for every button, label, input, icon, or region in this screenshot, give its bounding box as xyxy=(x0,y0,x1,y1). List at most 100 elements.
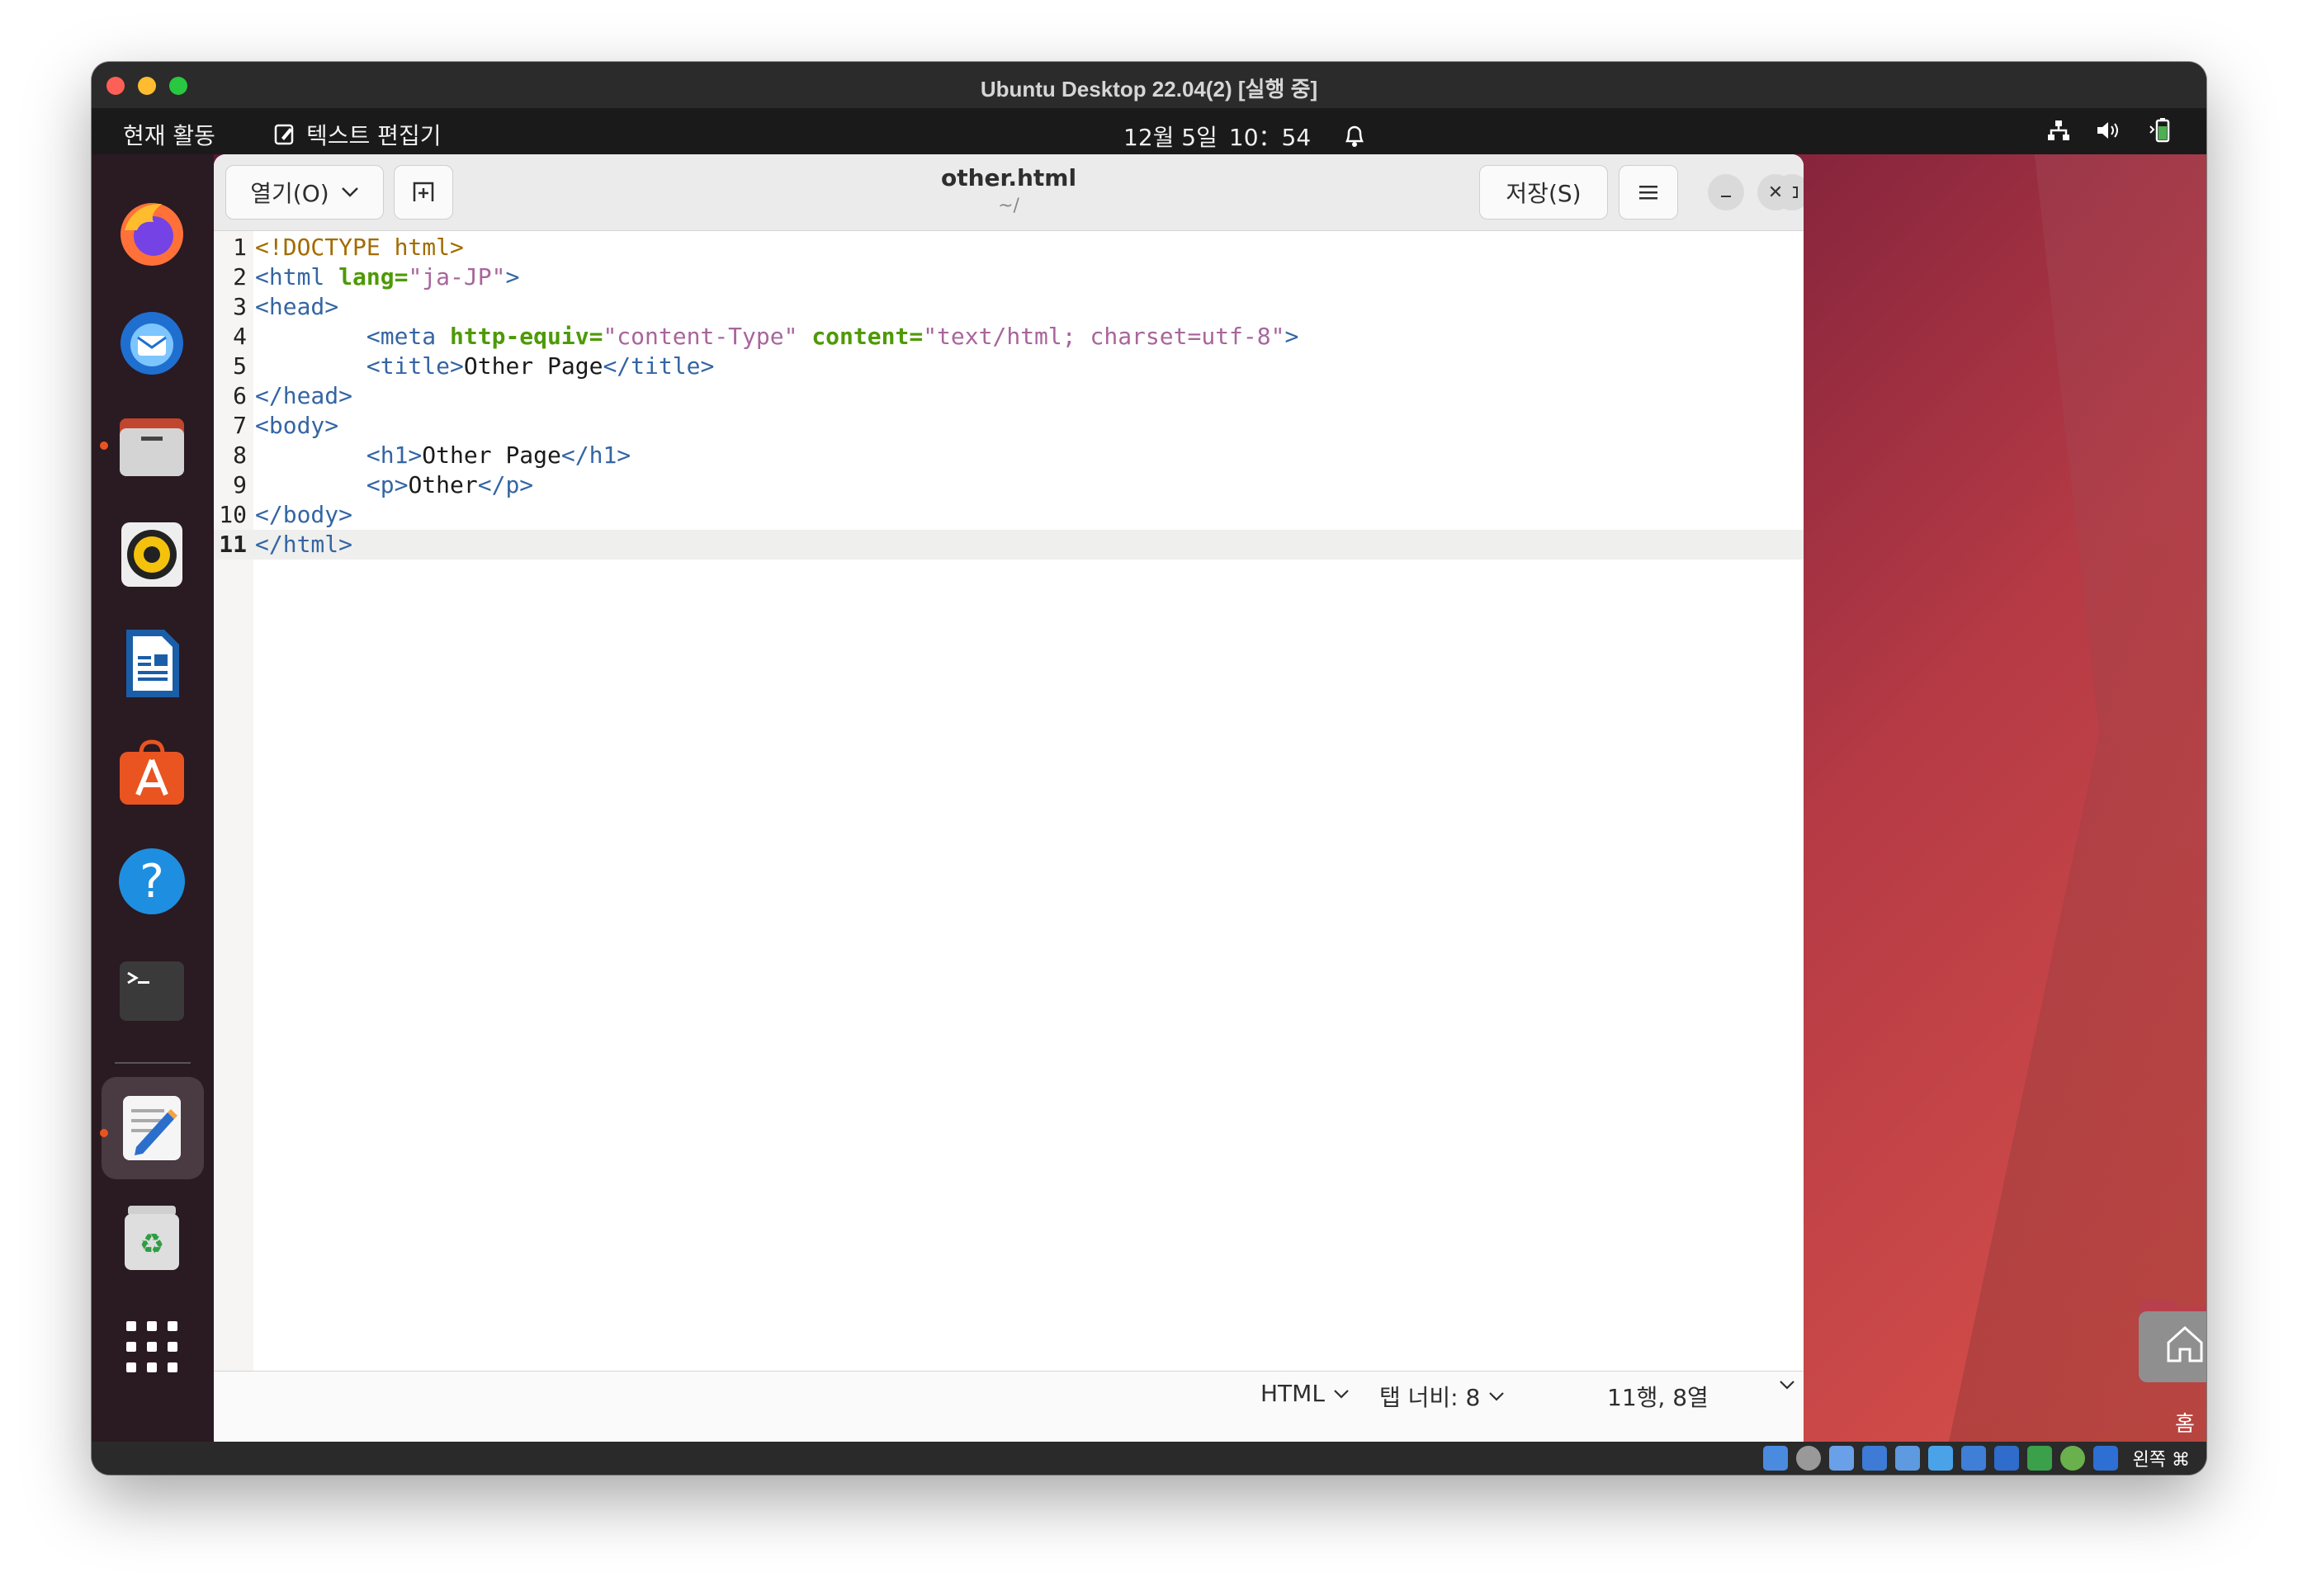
line-number: 2 xyxy=(233,263,247,290)
chevron-down-icon xyxy=(1334,1389,1349,1399)
code-line[interactable]: 8 <h1>Other Page</h1> xyxy=(214,441,1804,470)
save-button[interactable]: 저장(S) xyxy=(1479,165,1608,220)
code-editor[interactable]: 1 <!DOCTYPE html> 2 <html lang="ja-JP"> 3 <he… xyxy=(214,231,1804,1371)
dock-rhythmbox[interactable] xyxy=(115,517,189,592)
language-selector[interactable]: HTML xyxy=(1260,1380,1350,1407)
notification-bell-icon xyxy=(1345,125,1364,147)
code-text: <h1>Other Page</h1> xyxy=(366,441,631,469)
position-dropdown[interactable] xyxy=(1779,1380,1795,1390)
code-text: </head> xyxy=(255,382,353,409)
close-button[interactable] xyxy=(1757,174,1794,210)
line-number: 10 xyxy=(219,501,247,528)
main-menu-button[interactable] xyxy=(1619,165,1678,220)
ubuntu-top-bar: 현재 활동 텍스트 편집기 12월 5일 10：54 xyxy=(92,108,2206,154)
dock-text-editor[interactable] xyxy=(115,1091,189,1165)
code-text: <!DOCTYPE html> xyxy=(255,234,464,261)
dock-files[interactable] xyxy=(115,408,189,483)
dock: ? ♻ xyxy=(92,154,214,1442)
code-line[interactable]: 9 <p>Other</p> xyxy=(214,470,1804,500)
code-text: <p>Other</p> xyxy=(366,471,534,498)
code-line[interactable]: 4 <meta http-equiv="content-Type" conten… xyxy=(214,322,1804,352)
system-tray[interactable] xyxy=(2046,118,2173,143)
chevron-down-icon xyxy=(1780,1381,1794,1390)
dock-libreoffice-writer[interactable] xyxy=(115,626,189,701)
code-text: </body> xyxy=(255,501,353,528)
libreoffice-writer-icon xyxy=(126,630,179,697)
hamburger-menu-icon xyxy=(1639,186,1657,200)
terminal-icon xyxy=(120,961,184,1021)
clock-date: 12월 5일 xyxy=(1123,124,1218,151)
code-text: <html lang="ja-JP"> xyxy=(255,263,520,290)
files-icon xyxy=(120,418,184,476)
shared-folder-icon[interactable] xyxy=(1927,1446,1953,1471)
minimize-button[interactable] xyxy=(1708,174,1744,210)
code-line[interactable]: 11 </html> xyxy=(214,530,1804,560)
clock-time: 10：54 xyxy=(1228,124,1312,151)
battery-icon xyxy=(2149,118,2170,143)
dock-running-dot xyxy=(100,441,108,450)
display-icon[interactable] xyxy=(1960,1446,1986,1471)
clock[interactable]: 12월 5일 10：54 xyxy=(1123,120,1367,153)
firefox-icon xyxy=(121,203,183,266)
chevron-down-icon xyxy=(1489,1392,1505,1401)
dock-running-dot xyxy=(100,1129,108,1137)
audio-icon[interactable] xyxy=(1828,1446,1854,1471)
cursor-position[interactable]: 11행, 8열 xyxy=(1607,1380,1709,1413)
code-text: <body> xyxy=(255,412,339,439)
show-apps-icon xyxy=(126,1321,177,1372)
help-icon: ? xyxy=(119,848,185,914)
mouse-integration-icon[interactable] xyxy=(2092,1446,2118,1471)
cpu-icon[interactable] xyxy=(2026,1446,2052,1471)
code-line[interactable]: 1 <!DOCTYPE html> xyxy=(214,233,1804,262)
ubuntu-software-icon xyxy=(120,739,184,805)
host-key-label: 왼쪽 ⌘ xyxy=(2132,1450,2190,1471)
activities-button[interactable]: 현재 활동 xyxy=(123,118,215,151)
code-line[interactable]: 6 </head> xyxy=(214,381,1804,411)
code-text: <title>Other Page</title> xyxy=(366,352,715,380)
editor-headerbar: 열기(O) other.html ~/ 저장(S) xyxy=(214,154,1804,231)
dock-trash[interactable]: ♻ xyxy=(115,1201,189,1275)
tab-width-selector[interactable]: 탭 너비: 8 xyxy=(1379,1380,1505,1413)
dock-ubuntu-software[interactable] xyxy=(115,735,189,810)
line-number: 7 xyxy=(233,412,247,439)
trash-icon: ♻ xyxy=(125,1206,179,1270)
thunderbird-icon xyxy=(121,312,183,375)
code-line[interactable]: 7 <body> xyxy=(214,411,1804,441)
cursor-position-label: 11행, 8열 xyxy=(1607,1384,1709,1411)
line-number: 6 xyxy=(233,382,247,409)
language-label: HTML xyxy=(1260,1380,1325,1407)
code-text: </html> xyxy=(255,531,353,558)
editor-statusbar: HTML 탭 너비: 8 11행, 8열 삽입 xyxy=(214,1371,1804,1418)
network-icon xyxy=(2048,120,2069,140)
recording-icon[interactable] xyxy=(1993,1446,2019,1471)
mac-titlebar: Ubuntu Desktop 22.04(2) [실행 중] xyxy=(92,62,2206,109)
code-line[interactable]: 3 <head> xyxy=(214,292,1804,322)
dock-terminal[interactable] xyxy=(115,953,189,1027)
svg-text:♻: ♻ xyxy=(139,1228,164,1261)
rhythmbox-icon xyxy=(121,522,182,587)
network-adapter-icon[interactable] xyxy=(1861,1446,1887,1471)
hard-disk-icon[interactable] xyxy=(1762,1446,1788,1471)
code-line[interactable]: 10 </body> xyxy=(214,500,1804,530)
home-folder-icon xyxy=(2139,1300,2206,1382)
vm-status-icons: 왼쪽 ⌘ xyxy=(1762,1445,2190,1471)
line-number: 1 xyxy=(233,234,247,261)
vm-status-bar: 왼쪽 ⌘ xyxy=(92,1442,2206,1475)
code-line[interactable]: 5 <title>Other Page</title> xyxy=(214,352,1804,381)
dock-show-apps[interactable] xyxy=(115,1310,189,1384)
dock-thunderbird[interactable] xyxy=(115,305,189,379)
dock-firefox[interactable] xyxy=(115,196,189,270)
desktop-home-folder[interactable] xyxy=(2139,1300,2206,1382)
line-number: 3 xyxy=(233,293,247,320)
home-folder-label: 홈 xyxy=(2175,1412,2195,1437)
app-menu-label: 텍스트 편집기 xyxy=(306,122,442,149)
dock-separator xyxy=(115,1062,191,1064)
code-line[interactable]: 2 <html lang="ja-JP"> xyxy=(214,262,1804,292)
dock-help[interactable]: ? xyxy=(115,844,189,918)
app-menu[interactable]: 텍스트 편집기 xyxy=(273,118,441,151)
guest-additions-icon[interactable] xyxy=(2059,1446,2085,1471)
minimize-icon xyxy=(1721,196,1731,197)
optical-drive-icon[interactable] xyxy=(1795,1446,1821,1471)
usb-icon[interactable] xyxy=(1894,1446,1920,1471)
line-number: 9 xyxy=(233,471,247,498)
